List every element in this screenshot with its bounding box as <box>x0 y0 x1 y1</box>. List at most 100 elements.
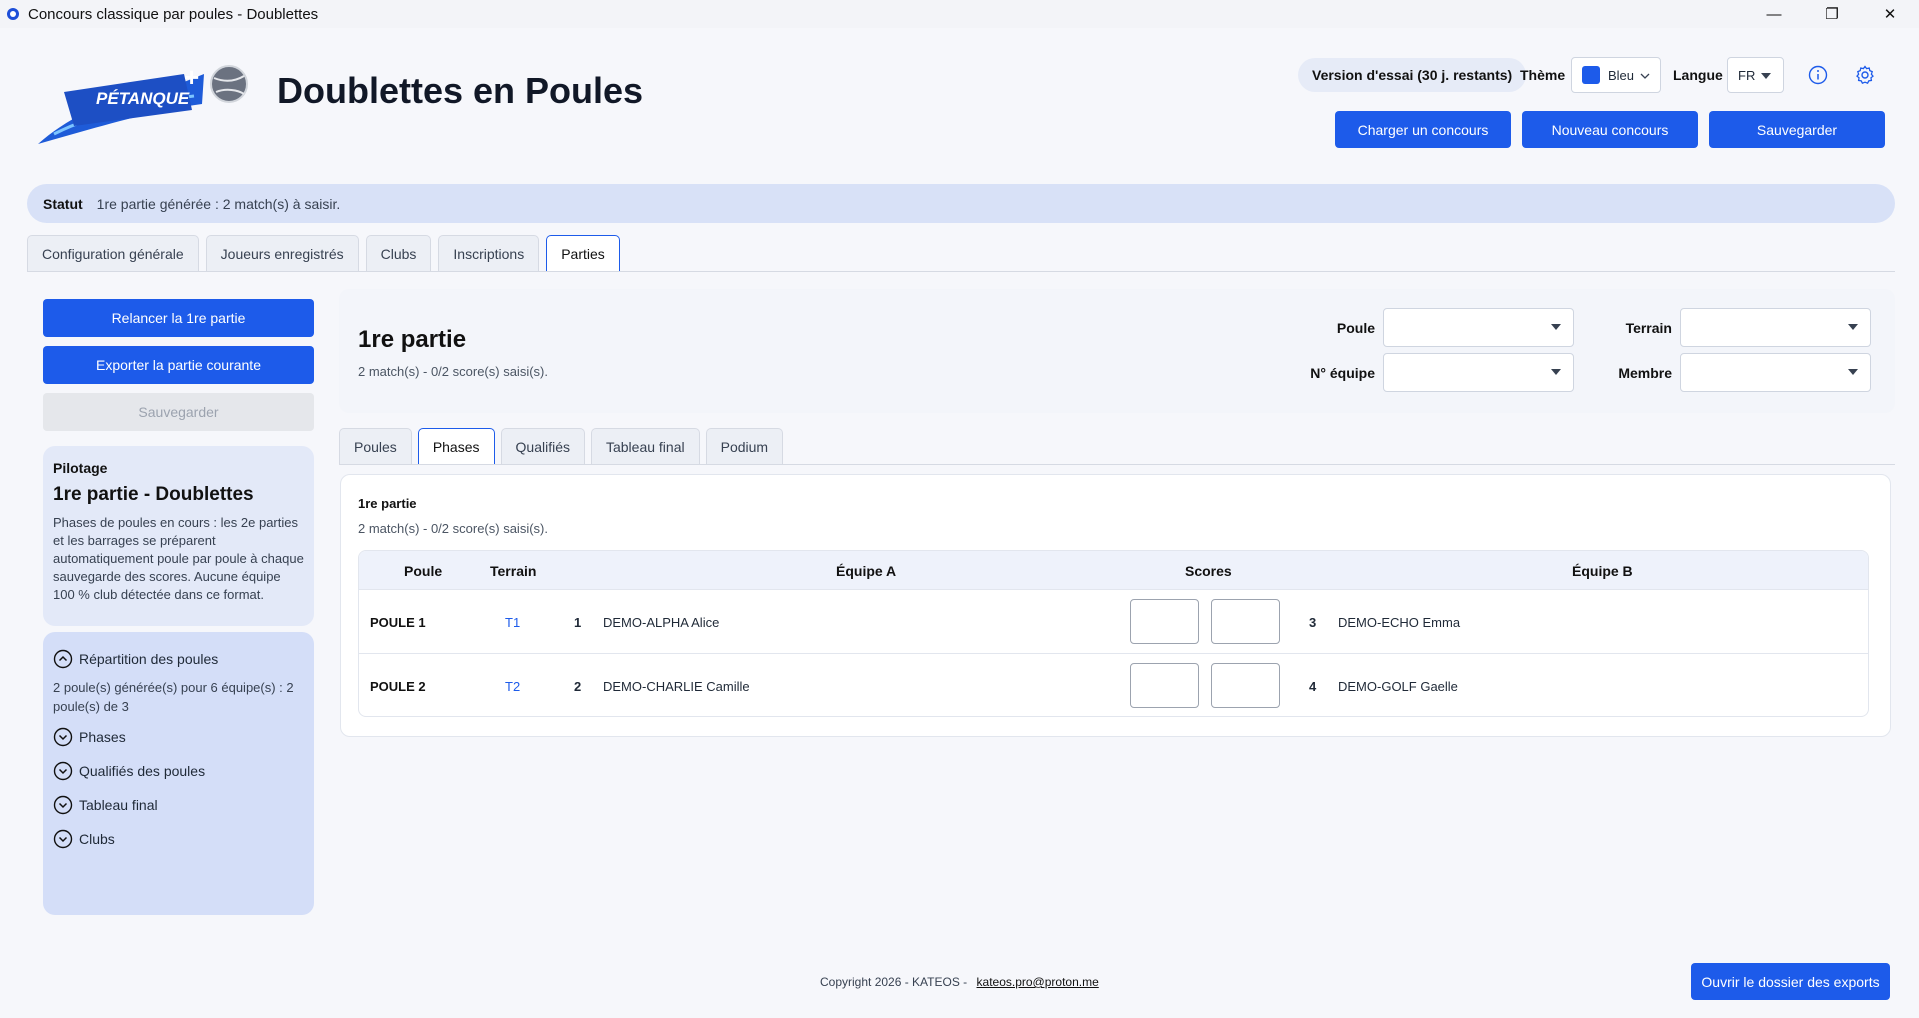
accordion-description: 2 poule(s) générée(s) pour 6 équipe(s) :… <box>53 680 294 714</box>
title-bar: Concours classique par poules - Doublett… <box>0 0 1919 28</box>
parties-title: 1re partie <box>358 326 467 353</box>
logo-text: PÉTANQUE <box>96 89 190 108</box>
theme-select[interactable]: Bleu <box>1571 57 1661 93</box>
accordion-label: Qualifiés des poules <box>79 763 206 779</box>
lang-label: Langue <box>1673 67 1723 83</box>
theme-label: Thème <box>1520 67 1566 83</box>
svg-text:+: + <box>184 62 199 92</box>
col-team-a: Équipe A <box>836 563 897 579</box>
contact-email-link[interactable]: kateos.pro@proton.me <box>977 975 1099 989</box>
chevron-up-circle-icon <box>53 649 73 669</box>
tab-clubs[interactable]: Clubs <box>365 235 432 272</box>
membre-filter-select[interactable] <box>1680 353 1871 392</box>
save-button[interactable]: Sauvegarder <box>1709 111 1885 148</box>
tab-joueurs[interactable]: Joueurs enregistrés <box>205 235 359 272</box>
chevron-down-circle-icon <box>53 795 73 815</box>
new-contest-button[interactable]: Nouveau concours <box>1522 111 1698 148</box>
row-team-b-number: 4 <box>1309 679 1317 694</box>
subtab-tableau-final[interactable]: Tableau final <box>590 428 700 465</box>
status-value: 1re partie générée : 2 match(s) à saisir… <box>96 195 341 212</box>
row-team-b: DEMO-ECHO Emma <box>1338 615 1461 630</box>
pilot-description: Phases de poules en cours : les 2e parti… <box>53 515 304 602</box>
caret-down-icon <box>1848 369 1858 375</box>
score-a-input[interactable] <box>1130 599 1199 644</box>
row-team-b-number: 3 <box>1309 615 1317 630</box>
terrain-filter-label: Terrain <box>1625 320 1672 336</box>
row-team-a: DEMO-ALPHA Alice <box>603 615 720 630</box>
chevron-down-circle-icon <box>53 727 73 747</box>
subtab-poules[interactable]: Poules <box>339 428 412 465</box>
subtab-qualifies[interactable]: Qualifiés <box>500 428 585 465</box>
pilot-card: Pilotage 1re partie - Doublettes Phases … <box>43 446 314 626</box>
lang-select[interactable]: FR <box>1727 57 1784 93</box>
col-terrain: Terrain <box>490 563 537 579</box>
accordion-tableau-final[interactable]: Tableau final <box>53 788 304 822</box>
terrain-filter-select[interactable] <box>1680 308 1871 347</box>
caret-down-icon <box>1551 369 1561 375</box>
minimize-button[interactable]: — <box>1745 0 1803 28</box>
info-icon[interactable] <box>1807 64 1829 86</box>
left-save-button[interactable]: Sauvegarder <box>43 393 314 431</box>
score-a-input[interactable] <box>1130 663 1199 708</box>
poule-filter-select[interactable] <box>1383 308 1574 347</box>
caret-down-icon <box>1848 324 1858 330</box>
export-button[interactable]: Exporter la partie courante <box>43 346 314 384</box>
tab-parties[interactable]: Parties <box>546 235 620 272</box>
accordion-panel: Répartition des poules 2 poule(s) généré… <box>43 632 314 915</box>
theme-value: Bleu <box>1608 67 1635 83</box>
accordion-qualifies[interactable]: Qualifiés des poules <box>53 754 304 788</box>
phase-title: 1re partie <box>358 496 417 511</box>
status-bar: Statut 1re partie générée : 2 match(s) à… <box>27 184 1895 223</box>
tab-configuration[interactable]: Configuration générale <box>27 235 199 272</box>
main-tabs: Configuration générale Joueurs enregistr… <box>27 235 627 272</box>
accordion-clubs[interactable]: Clubs <box>53 822 304 856</box>
caret-down-icon <box>1761 73 1771 79</box>
page-title: Doublettes en Poules <box>277 70 644 111</box>
score-b-input[interactable] <box>1211 599 1280 644</box>
row-terrain[interactable]: T1 <box>505 615 520 630</box>
close-button[interactable]: ✕ <box>1861 0 1919 28</box>
accordion-repartition[interactable]: Répartition des poules <box>53 642 304 676</box>
row-team-a-number: 2 <box>574 679 582 694</box>
window-title: Concours classique par poules - Doublett… <box>28 5 319 23</box>
subtab-podium[interactable]: Podium <box>705 428 784 465</box>
petanque-logo: PÉTANQUE + <box>38 62 248 144</box>
phase-subtitle: 2 match(s) - 0/2 score(s) saisi(s). <box>358 521 548 536</box>
chevron-down-circle-icon <box>53 761 73 781</box>
table-row: POULE 1 T1 1 DEMO-ALPHA Alice 3 DEMO-ECH… <box>359 589 1868 653</box>
col-team-b: Équipe B <box>1572 563 1633 579</box>
subtab-phases[interactable]: Phases <box>417 428 495 465</box>
row-team-a: DEMO-CHARLIE Camille <box>603 679 750 694</box>
match-table: Poule Terrain Équipe A Scores Équipe B P… <box>358 550 1869 717</box>
score-b-input[interactable] <box>1211 663 1280 708</box>
row-poule: POULE 2 <box>370 679 426 694</box>
col-poule: Poule <box>404 563 443 579</box>
accordion-phases[interactable]: Phases <box>53 720 304 754</box>
pilot-title: 1re partie - Doublettes <box>53 484 254 505</box>
table-row: POULE 2 T2 2 DEMO-CHARLIE Camille 4 DEMO… <box>359 653 1868 716</box>
open-exports-button[interactable]: Ouvrir le dossier des exports <box>1691 963 1890 1000</box>
subtabs-divider <box>339 464 1895 465</box>
load-contest-button[interactable]: Charger un concours <box>1335 111 1511 148</box>
table-header: Poule Terrain Équipe A Scores Équipe B <box>359 551 1868 589</box>
parties-panel <box>339 289 1895 413</box>
tab-inscriptions[interactable]: Inscriptions <box>438 235 540 272</box>
relaunch-button[interactable]: Relancer la 1re partie <box>43 299 314 337</box>
row-terrain[interactable]: T2 <box>505 679 520 694</box>
accordion-label: Clubs <box>79 831 115 847</box>
accordion-label: Phases <box>79 729 126 745</box>
lang-value: FR <box>1738 67 1756 83</box>
chevron-down-circle-icon <box>53 829 73 849</box>
gear-icon[interactable] <box>1854 64 1876 86</box>
status-label: Statut <box>43 195 83 212</box>
app-icon <box>7 8 19 20</box>
membre-filter-label: Membre <box>1618 365 1672 381</box>
poule-filter-label: Poule <box>1336 320 1375 336</box>
accordion-label: Tableau final <box>79 797 158 813</box>
maximize-button[interactable]: ❐ <box>1803 0 1861 28</box>
pilot-caption: Pilotage <box>53 460 108 476</box>
tabs-divider <box>27 271 1895 272</box>
equipe-filter-label: N° équipe <box>1310 365 1375 381</box>
row-team-b: DEMO-GOLF Gaelle <box>1338 679 1458 694</box>
equipe-filter-select[interactable] <box>1383 353 1574 392</box>
